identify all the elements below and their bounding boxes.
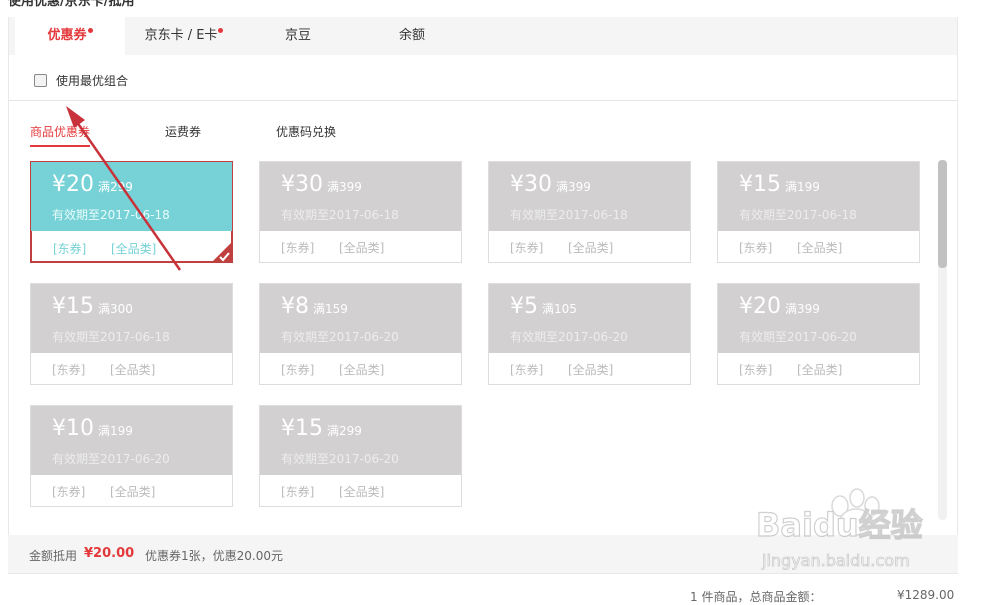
annotation-arrow-icon [66, 106, 182, 271]
